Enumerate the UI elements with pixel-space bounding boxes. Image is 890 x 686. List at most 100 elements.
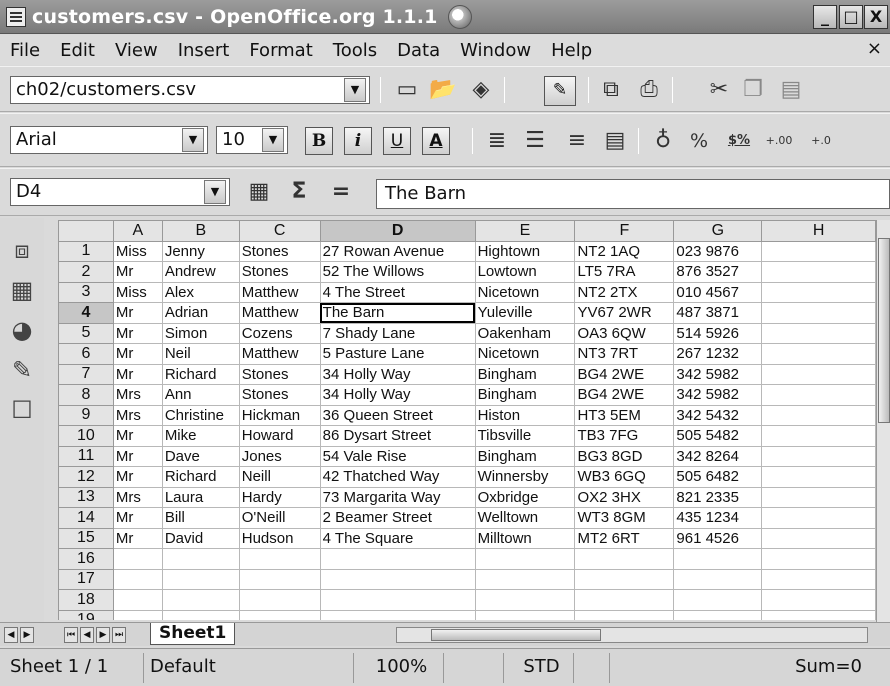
cell-b3[interactable]: Alex — [161, 281, 240, 303]
cell-c1[interactable]: Stones — [238, 240, 321, 262]
row-header[interactable]: 16 — [58, 548, 114, 570]
status-zoom[interactable]: 100% — [354, 653, 444, 683]
name-box[interactable]: D4 — [10, 178, 230, 206]
cell-g1[interactable]: 023 9876 — [673, 240, 763, 262]
italic-button[interactable]: i — [344, 127, 372, 155]
cell-f12[interactable]: WB3 6GQ — [574, 466, 675, 488]
row-header[interactable]: 12 — [58, 466, 114, 488]
column-header-f[interactable]: F — [574, 220, 675, 242]
cell-f7[interactable]: BG4 2WE — [574, 363, 675, 385]
column-header-a[interactable]: A — [112, 220, 163, 242]
horizontal-scrollbar[interactable] — [396, 627, 868, 643]
cell-a5[interactable]: Mr — [112, 322, 163, 344]
function-wizard-icon[interactable]: ▦ — [244, 177, 274, 207]
sheet-tab-sheet1[interactable]: Sheet1 — [150, 623, 236, 645]
cell-d4[interactable]: The Barn — [319, 302, 476, 324]
menu-window[interactable]: Window — [450, 40, 541, 61]
spreadsheet-grid[interactable]: ABCDEFGH 1 Miss Jenny Stones 27 Rowan Avenue… — [58, 220, 876, 620]
cell-a9[interactable]: Mrs — [112, 404, 163, 426]
cell-a6[interactable]: Mr — [112, 343, 163, 365]
cell-b1[interactable]: Jenny — [161, 240, 240, 262]
cell-c16[interactable] — [238, 548, 321, 570]
formula-input[interactable]: The Barn — [376, 179, 890, 209]
column-header-g[interactable]: G — [673, 220, 763, 242]
cell-d5[interactable]: 7 Shady Lane — [319, 322, 476, 344]
menu-edit[interactable]: Edit — [50, 40, 105, 61]
row-header[interactable]: 8 — [58, 384, 114, 406]
column-header-h[interactable]: H — [761, 220, 876, 242]
cell-f19[interactable] — [574, 609, 675, 620]
first-sheet-button[interactable]: ◀ — [4, 627, 18, 643]
cell-g12[interactable]: 505 6482 — [673, 466, 763, 488]
cell-c15[interactable]: Hudson — [238, 527, 321, 549]
cell-b8[interactable]: Ann — [161, 384, 240, 406]
align-center-icon[interactable]: ☰ — [520, 126, 550, 156]
cell-b10[interactable]: Mike — [161, 425, 240, 447]
cell-d2[interactable]: 52 The Willows — [319, 261, 476, 283]
function-button[interactable]: = — [326, 177, 356, 207]
horizontal-scroll-thumb[interactable] — [431, 629, 601, 641]
cell-e16[interactable] — [474, 548, 576, 570]
prev-sheet-button[interactable]: ▶ — [20, 627, 34, 643]
minimize-button[interactable]: _ — [813, 5, 837, 29]
cell-b16[interactable] — [161, 548, 240, 570]
cell-b14[interactable]: Bill — [161, 507, 240, 529]
cell-g10[interactable]: 505 5482 — [673, 425, 763, 447]
cell-c6[interactable]: Matthew — [238, 343, 321, 365]
cell-f11[interactable]: BG3 8GD — [574, 445, 675, 467]
cell-e7[interactable]: Bingham — [474, 363, 576, 385]
cell-d18[interactable] — [319, 589, 476, 611]
cell-d15[interactable]: 4 The Square — [319, 527, 476, 549]
cell-g9[interactable]: 342 5432 — [673, 404, 763, 426]
cell-h13[interactable] — [761, 486, 876, 508]
cell-d14[interactable]: 2 Beamer Street — [319, 507, 476, 529]
cell-e3[interactable]: Nicetown — [474, 281, 576, 303]
cell-a8[interactable]: Mrs — [112, 384, 163, 406]
cell-a7[interactable]: Mr — [112, 363, 163, 385]
cell-a18[interactable] — [112, 589, 163, 611]
cell-e17[interactable] — [474, 568, 576, 590]
cell-c11[interactable]: Jones — [238, 445, 321, 467]
cell-a16[interactable] — [112, 548, 163, 570]
cell-d1[interactable]: 27 Rowan Avenue — [319, 240, 476, 262]
open-folder-icon[interactable]: 📂 — [428, 75, 458, 105]
scroll-tabs-next[interactable]: ▶ — [96, 627, 110, 643]
url-field[interactable]: ch02/customers.csv — [10, 76, 370, 104]
row-header[interactable]: 10 — [58, 425, 114, 447]
new-document-icon[interactable]: ▭ — [392, 75, 422, 105]
row-header[interactable]: 2 — [58, 261, 114, 283]
cell-h6[interactable] — [761, 343, 876, 365]
cell-e2[interactable]: Lowtown — [474, 261, 576, 283]
cell-g16[interactable] — [673, 548, 763, 570]
copy-icon[interactable]: ❐ — [738, 75, 768, 105]
cell-f14[interactable]: WT3 8GM — [574, 507, 675, 529]
align-right-icon[interactable]: ≡ — [562, 126, 592, 156]
cell-g15[interactable]: 961 4526 — [673, 527, 763, 549]
cell-f15[interactable]: MT2 6RT — [574, 527, 675, 549]
cell-d12[interactable]: 42 Thatched Way — [319, 466, 476, 488]
cell-h5[interactable] — [761, 322, 876, 344]
cell-e4[interactable]: Yuleville — [474, 302, 576, 324]
cell-f10[interactable]: TB3 7FG — [574, 425, 675, 447]
cell-a1[interactable]: Miss — [112, 240, 163, 262]
cell-d13[interactable]: 73 Margarita Way — [319, 486, 476, 508]
close-document-button[interactable]: × — [867, 38, 882, 59]
column-header-d[interactable]: D — [319, 220, 476, 242]
cell-c17[interactable] — [238, 568, 321, 590]
cell-f16[interactable] — [574, 548, 675, 570]
menu-insert[interactable]: Insert — [168, 40, 240, 61]
edit-mode-icon[interactable]: ✎ — [544, 76, 576, 106]
cell-e10[interactable]: Tibsville — [474, 425, 576, 447]
cell-d3[interactable]: 4 The Street — [319, 281, 476, 303]
column-header-c[interactable]: C — [238, 220, 321, 242]
cell-d19[interactable] — [319, 609, 476, 620]
cell-f8[interactable]: BG4 2WE — [574, 384, 675, 406]
justify-icon[interactable]: ▤ — [600, 126, 630, 156]
cell-a14[interactable]: Mr — [112, 507, 163, 529]
cell-g5[interactable]: 514 5926 — [673, 322, 763, 344]
cell-e13[interactable]: Oxbridge — [474, 486, 576, 508]
cell-d17[interactable] — [319, 568, 476, 590]
insert-cells-icon[interactable]: ▦ — [6, 276, 38, 306]
currency-format-button[interactable]: $% — [724, 126, 754, 156]
cell-c3[interactable]: Matthew — [238, 281, 321, 303]
